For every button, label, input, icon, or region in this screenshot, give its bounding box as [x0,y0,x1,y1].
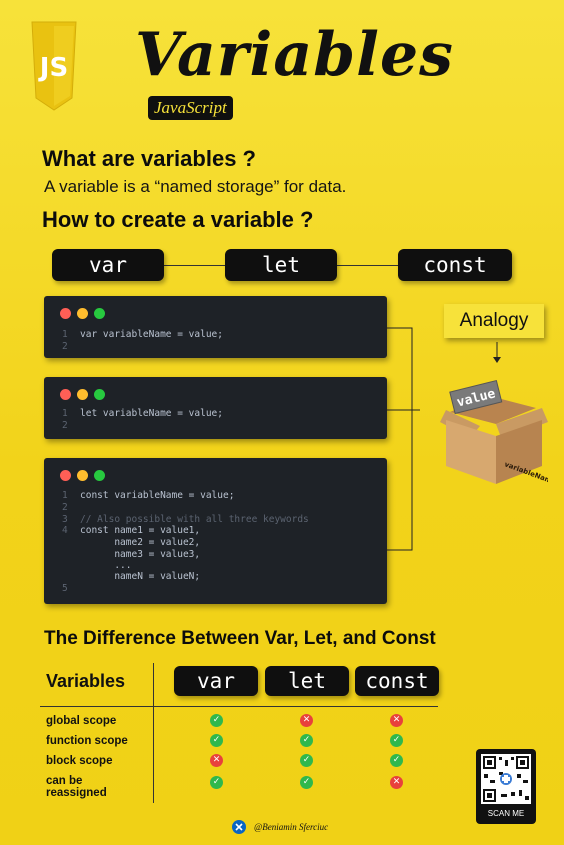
question-how-to-create: How to create a variable ? [42,207,314,232]
check-icon: ✓ [300,754,313,767]
code-line: 1 let variableName = value; [62,408,223,419]
check-icon: ✓ [210,734,223,747]
code-line: 1 const variableName = value; [62,490,235,501]
table-horizontal-divider [40,706,438,707]
cross-icon: ✕ [300,714,313,727]
question-what-are-variables: What are variables ? [42,146,256,171]
qr-code-icon [481,754,531,804]
table-vertical-divider [153,663,154,803]
cross-icon: ✕ [390,714,403,727]
code-line: 1 var variableName = value; [62,329,223,340]
window-minimize-dot [77,389,88,400]
row-label-global-scope: global scope [46,715,117,727]
code-window-let: 1 let variableName = value; 2 [44,377,387,439]
cross-icon: ✕ [390,776,403,789]
code-line: 2 [62,341,68,352]
code-line: 2 [62,420,68,431]
arrow-down-icon [493,342,501,363]
window-close-dot [60,389,71,400]
author-handle: @Beniamin Sferciuc [254,822,329,832]
code-line: nameN = valueN; [80,571,201,582]
window-maximize-dot [94,308,105,319]
row-label-function-scope: function scope [46,735,128,747]
page-subtitle: JavaScript [148,96,233,120]
check-icon: ✓ [210,714,223,727]
code-window-var: 1 var variableName = value; 2 [44,296,387,358]
window-minimize-dot [77,470,88,481]
linkedin-icon [232,820,246,834]
code-line: name2 = value2, [80,537,201,548]
analogy-label: Analogy [444,304,544,338]
window-close-dot [60,308,71,319]
window-close-dot [60,470,71,481]
window-minimize-dot [77,308,88,319]
check-icon: ✓ [300,776,313,789]
code-window-const: 1 const variableName = value; 2 3// Also … [44,458,387,604]
variable-definition: A variable is a “named storage” for data… [44,177,347,196]
javascript-logo-icon: JS [31,21,77,111]
cross-icon: ✕ [210,754,223,767]
row-label-can-be-reassigned: can be reassigned [46,775,107,799]
code-line: 2 [62,502,68,513]
check-icon: ✓ [390,754,403,767]
check-icon: ✓ [210,776,223,789]
keyword-const: const [398,249,512,281]
scan-me-label: SCAN ME [487,809,525,818]
check-icon: ✓ [300,734,313,747]
column-header-var: var [174,666,258,696]
bracket-connector [386,327,420,551]
table-row-header: Variables [46,671,126,691]
keyword-var: var [52,249,164,281]
logo-text: JS [38,53,68,83]
code-line: 5 [62,583,68,594]
page-title: Variables [135,20,454,90]
keyword-let: let [225,249,337,281]
column-header-const: const [355,666,439,696]
code-line: 4 const name1 = value1, [62,525,201,536]
difference-title: The Difference Between Var, Let, and Con… [44,628,436,649]
check-icon: ✓ [390,734,403,747]
row-label-block-scope: block scope [46,755,113,767]
window-maximize-dot [94,470,105,481]
window-maximize-dot [94,389,105,400]
cardboard-box-icon: value variableName [440,379,548,486]
column-header-let: let [265,666,349,696]
